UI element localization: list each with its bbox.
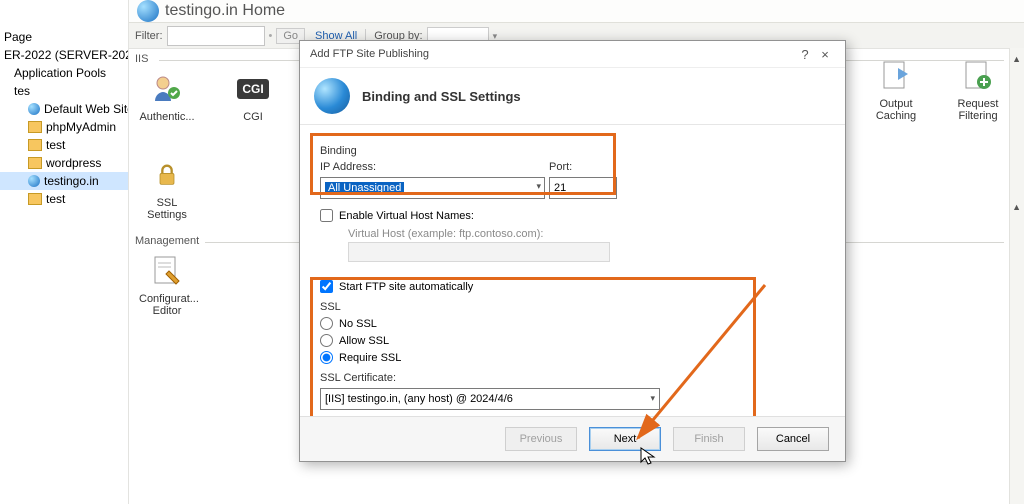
tree-item[interactable]: test xyxy=(0,190,128,208)
feature-authentication[interactable]: Authentic... xyxy=(139,71,195,123)
next-button[interactable]: Next xyxy=(589,427,661,451)
enable-virtual-host-checkbox[interactable] xyxy=(320,209,333,222)
tree-item[interactable]: Page xyxy=(0,28,128,46)
feature-request-filtering[interactable]: Request Filtering xyxy=(950,58,1006,122)
require-ssl-radio[interactable] xyxy=(320,351,333,364)
folder-icon xyxy=(28,139,42,151)
tree-item-selected[interactable]: testingo.in xyxy=(0,172,128,190)
folder-icon xyxy=(28,157,42,169)
globe-icon xyxy=(314,78,350,114)
ssl-group-label: SSL xyxy=(320,301,825,313)
start-ftp-auto-label: Start FTP site automatically xyxy=(339,281,473,293)
port-input[interactable] xyxy=(549,177,617,199)
connections-tree[interactable]: Page ER-2022 (SERVER-2022\A Application … xyxy=(0,0,129,504)
feature-output-caching[interactable]: Output Caching xyxy=(868,58,924,122)
virtual-host-input xyxy=(348,242,610,262)
previous-button: Previous xyxy=(505,427,577,451)
page-header: testingo.in Home xyxy=(129,0,1024,22)
ip-address-label: IP Address: xyxy=(320,161,535,173)
tree-item[interactable]: phpMyAdmin xyxy=(0,118,128,136)
group-management: Management xyxy=(135,235,199,247)
chevron-down-icon: ▾ xyxy=(536,181,541,192)
tree-item[interactable]: ER-2022 (SERVER-2022\A xyxy=(0,46,128,64)
filter-input[interactable] xyxy=(167,26,265,46)
help-button[interactable]: ? xyxy=(795,47,815,62)
feature-cgi[interactable]: CGI CGI xyxy=(225,71,281,123)
globe-icon xyxy=(28,175,40,187)
folder-icon xyxy=(28,121,42,133)
wizard-step-title: Binding and SSL Settings xyxy=(362,89,521,104)
globe-icon xyxy=(137,0,159,22)
group-iis: IIS xyxy=(135,53,148,65)
add-ftp-wizard-dialog: Add FTP Site Publishing ? × Binding and … xyxy=(299,40,846,462)
allow-ssl-radio[interactable] xyxy=(320,334,333,347)
dialog-title: Add FTP Site Publishing xyxy=(310,48,429,60)
port-label: Port: xyxy=(549,161,607,173)
chevron-down-icon: ▾ xyxy=(650,393,655,404)
globe-icon xyxy=(28,103,40,115)
tree-item[interactable]: tes xyxy=(0,82,128,100)
tree-item[interactable]: Default Web Site xyxy=(0,100,128,118)
tree-item[interactable]: test xyxy=(0,136,128,154)
no-ssl-radio[interactable] xyxy=(320,317,333,330)
actions-pane-edge: ▲▲ xyxy=(1009,48,1024,504)
cancel-button[interactable]: Cancel xyxy=(757,427,829,451)
start-ftp-auto-checkbox[interactable] xyxy=(320,280,333,293)
tree-item[interactable]: Application Pools xyxy=(0,64,128,82)
ssl-certificate-label: SSL Certificate: xyxy=(320,372,825,384)
folder-icon xyxy=(28,193,42,205)
filter-label: Filter: xyxy=(135,30,163,42)
page-title: testingo.in Home xyxy=(165,2,285,20)
finish-button: Finish xyxy=(673,427,745,451)
ssl-certificate-select[interactable]: [IIS] testingo.in, (any host) @ 2024/4/6… xyxy=(320,388,660,410)
feature-config-editor[interactable]: Configurat... Editor xyxy=(139,253,195,317)
close-button[interactable]: × xyxy=(815,47,835,62)
feature-ssl-settings[interactable]: SSL Settings xyxy=(139,157,195,221)
virtual-host-hint: Virtual Host (example: ftp.contoso.com): xyxy=(348,228,825,240)
tree-item[interactable]: wordpress xyxy=(0,154,128,172)
binding-group-label: Binding xyxy=(320,145,825,157)
ip-address-select[interactable]: All Unassigned ▾ xyxy=(320,177,545,199)
enable-virtual-host-label: Enable Virtual Host Names: xyxy=(339,210,474,222)
